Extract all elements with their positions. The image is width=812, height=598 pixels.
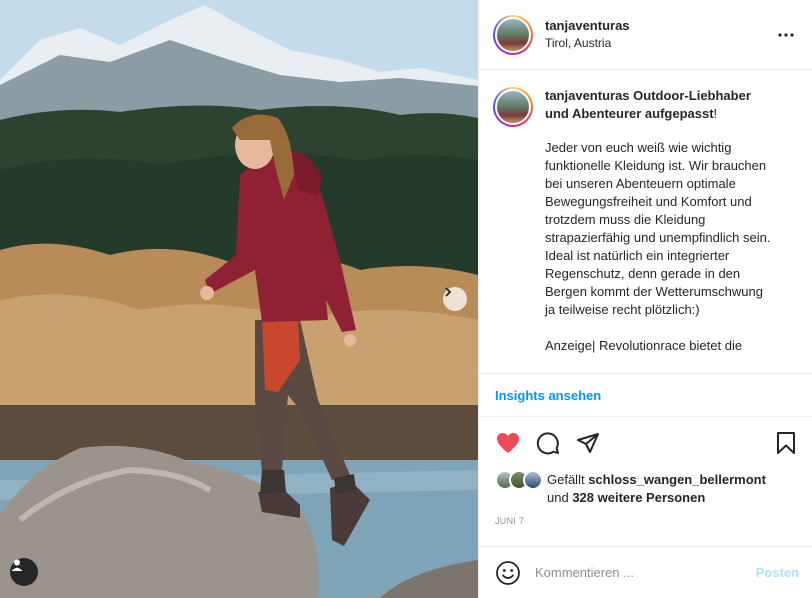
caption-body: tanjaventuras Outdoor-Liebhaber und Aben… — [545, 87, 775, 355]
comment-icon — [536, 432, 559, 455]
likes-text: Gefällt schloss_wangen_bellermont und 32… — [547, 471, 766, 507]
post-date[interactable]: JUNI 7 — [495, 516, 524, 526]
emoji-icon[interactable] — [495, 560, 521, 586]
caption-paragraph-ad: Anzeige| Revolutionrace bietet die — [545, 338, 743, 353]
avatar-image — [495, 16, 531, 53]
action-bar — [479, 425, 812, 461]
more-dots-icon — [778, 32, 794, 37]
photo-illustration — [0, 0, 478, 598]
user-icon — [11, 559, 23, 571]
save-button[interactable] — [773, 430, 799, 456]
paper-plane-icon — [577, 433, 599, 453]
more-options-button[interactable] — [774, 23, 798, 47]
post-header-text: tanjaventuras Tirol, Austria — [545, 18, 774, 52]
caption-headline-line: tanjaventuras Outdoor-Liebhaber und Aben… — [545, 87, 775, 123]
heart-filled-icon — [497, 433, 519, 453]
likes-summary: Gefällt schloss_wangen_bellermont und 32… — [495, 470, 805, 507]
avatar-image — [495, 89, 531, 125]
tagged-users-button[interactable] — [10, 558, 38, 586]
liker-avatars — [495, 470, 547, 492]
instagram-post-view: tanjaventuras Tirol, Austria tanjaventur… — [0, 0, 812, 598]
caption-username-link[interactable]: tanjaventuras — [545, 88, 630, 103]
comment-input[interactable] — [535, 565, 756, 580]
post-side-panel: tanjaventuras Tirol, Austria tanjaventur… — [478, 0, 812, 598]
likes-count-link[interactable]: 328 weitere Personen — [572, 490, 705, 505]
post-comment-button[interactable]: Posten — [756, 565, 799, 580]
liker-username-link[interactable]: schloss_wangen_bellermont — [588, 472, 766, 487]
next-image-button[interactable] — [443, 287, 467, 311]
location-link[interactable]: Tirol, Austria — [545, 34, 774, 52]
username-link[interactable]: tanjaventuras — [545, 18, 774, 34]
bookmark-icon — [777, 432, 795, 454]
avatar[interactable] — [493, 14, 533, 55]
share-button[interactable] — [575, 430, 601, 456]
comment-bar: Posten — [479, 546, 812, 598]
post-header: tanjaventuras Tirol, Austria — [479, 0, 812, 70]
insights-link[interactable]: Insights ansehen — [495, 388, 601, 403]
like-button[interactable] — [495, 430, 521, 456]
comment-button[interactable] — [535, 430, 561, 456]
likes-prefix: Gefällt — [547, 472, 585, 487]
caption-area: tanjaventuras Outdoor-Liebhaber und Aben… — [479, 71, 812, 373]
insights-bar: Insights ansehen — [479, 373, 812, 417]
likes-connector: und — [547, 490, 569, 505]
caption-paragraph: Jeder von euch weiß wie wichtig funktion… — [545, 140, 771, 317]
post-photo[interactable] — [0, 0, 478, 598]
chevron-right-icon — [445, 287, 452, 297]
caption-row: tanjaventuras Outdoor-Liebhaber und Aben… — [493, 87, 799, 355]
caption-headline-end: ! — [713, 106, 718, 121]
liker-avatar[interactable] — [523, 470, 543, 490]
caption-avatar[interactable] — [493, 87, 533, 127]
